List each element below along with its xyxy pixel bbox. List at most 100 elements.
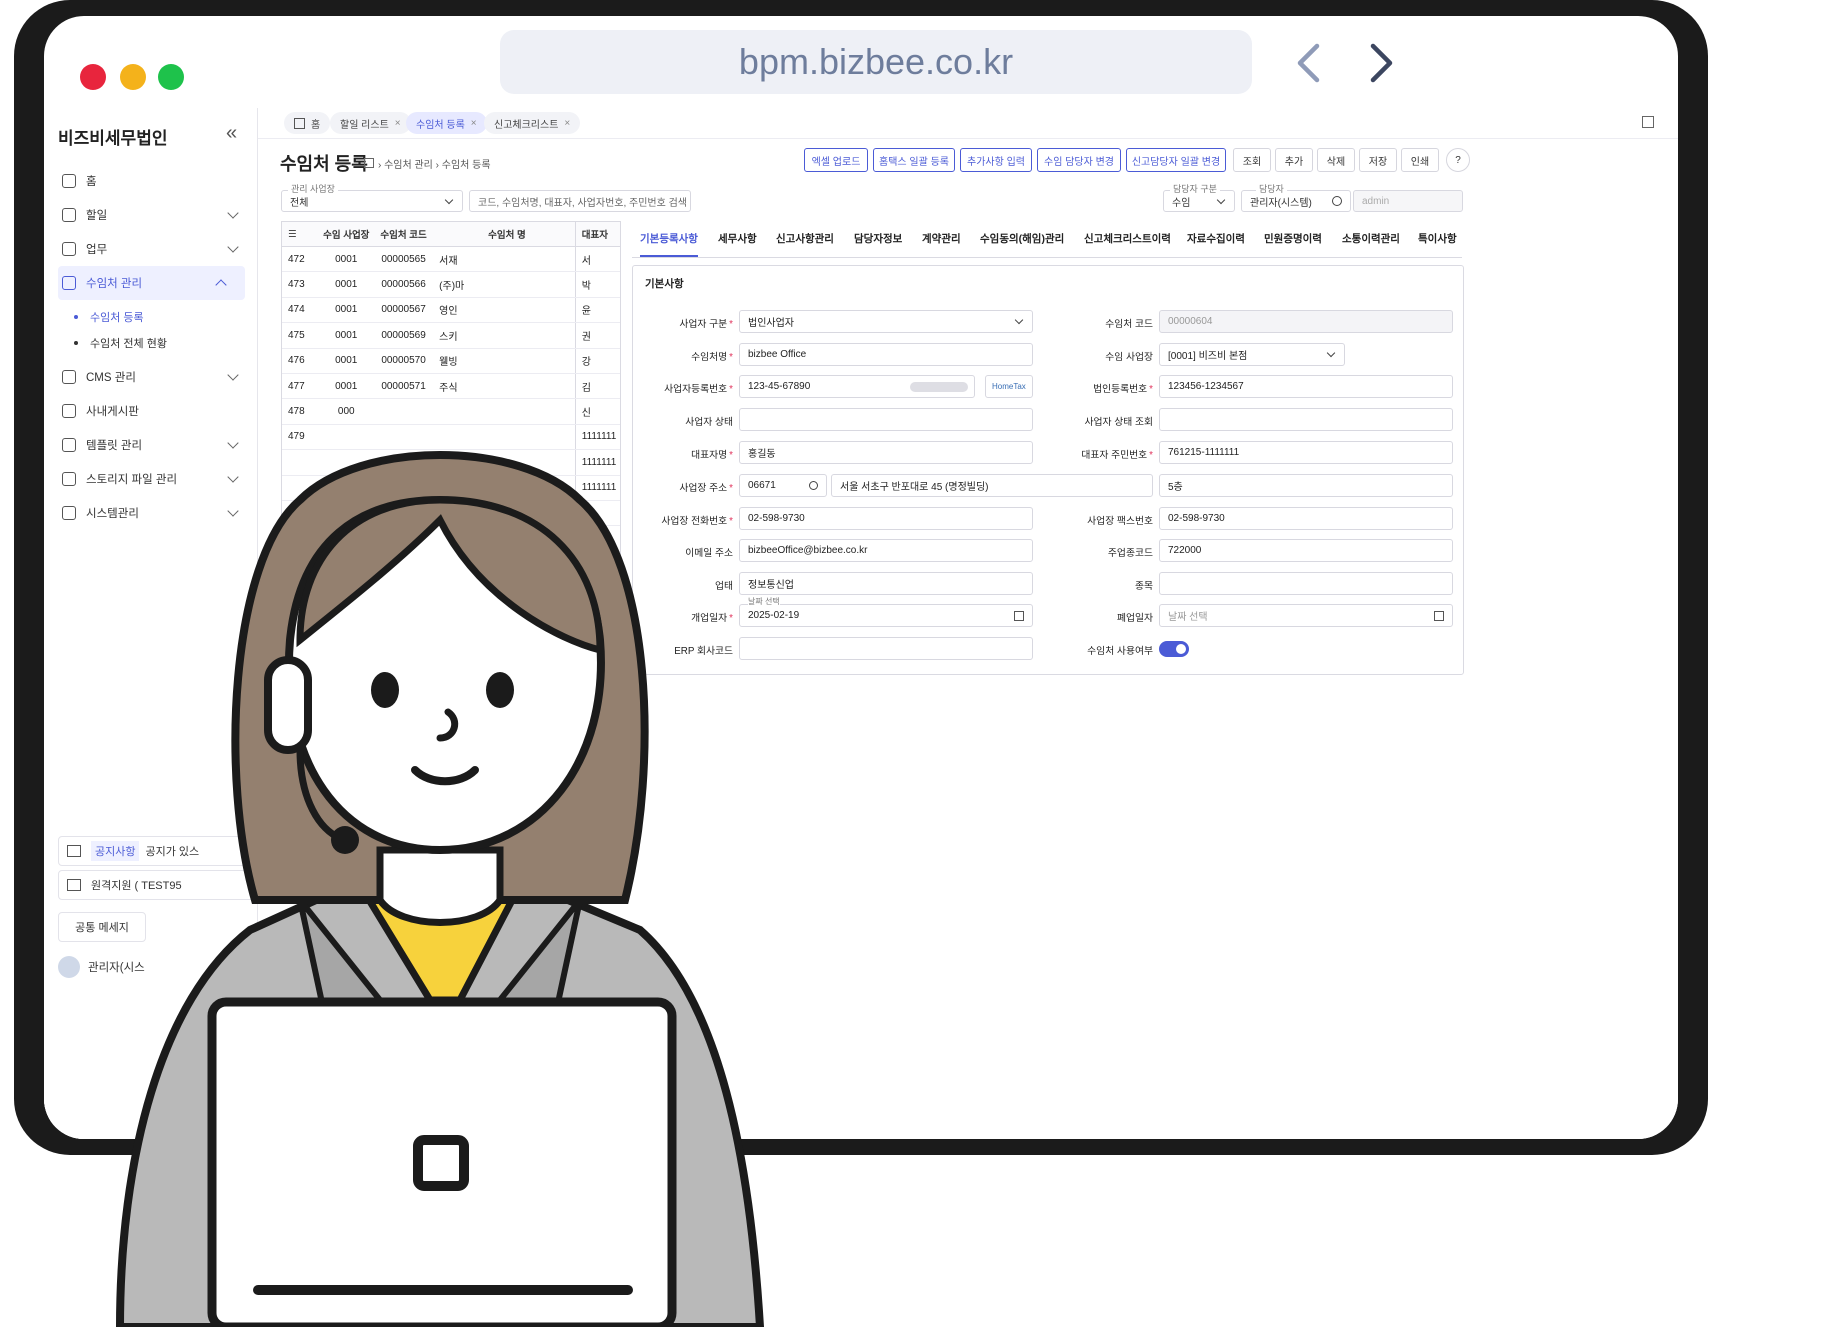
field-input-6[interactable]: 02-598-9730 — [739, 507, 1033, 530]
bulk-change-report-manager-button[interactable]: 신고담당자 일괄 변경 — [1126, 148, 1226, 172]
field-input-r3[interactable] — [1159, 408, 1453, 431]
table-row[interactable]: ㅎ — [282, 678, 620, 705]
detail-tab-8[interactable]: 민원증명이력 — [1264, 221, 1322, 255]
sidebar-subitem-client-register[interactable]: 수임처 등록 — [44, 304, 257, 330]
close-icon[interactable]: × — [471, 118, 477, 129]
close-icon[interactable]: × — [564, 118, 570, 129]
field-input-r5[interactable]: 5층 — [1159, 474, 1453, 497]
print-button[interactable]: 인쇄 — [1401, 148, 1439, 172]
table-row[interactable]: 478 000 신 — [282, 399, 620, 425]
tab-task-list[interactable]: 할일 리스트 × — [330, 112, 411, 134]
calendar-icon[interactable] — [1434, 611, 1444, 621]
detail-tab-1[interactable]: 세무사항 — [718, 221, 757, 255]
detail-tab-0[interactable]: 기본등록사항 — [640, 221, 698, 257]
admin-input[interactable]: admin — [1353, 190, 1463, 212]
detail-tab-4[interactable]: 계약관리 — [922, 221, 961, 255]
sidebar-item-system[interactable]: 시스템관리 — [44, 496, 257, 530]
table-row[interactable]: 길동 — [282, 704, 620, 730]
col-office[interactable]: 수임 사업장 — [319, 227, 374, 241]
forward-arrow-icon[interactable] — [1362, 36, 1402, 90]
table-row[interactable]: 김( — [282, 577, 620, 603]
table-row[interactable]: 비 — [282, 500, 620, 527]
remote-support-button[interactable]: 원격지원 ( TEST95 — [58, 870, 258, 900]
col-rep[interactable]: 대표자 — [574, 222, 620, 246]
field-input-1[interactable]: bizbee Office — [739, 343, 1033, 366]
field-input-10[interactable] — [739, 637, 1033, 660]
user-profile[interactable]: 관리자(시스 — [58, 956, 145, 978]
field-input-r9[interactable]: 날짜 선택 — [1159, 604, 1453, 627]
table-row[interactable]: 476 0001 00000570 웰빙 강 — [282, 348, 620, 374]
save-button[interactable]: 저장 — [1359, 148, 1397, 172]
field-input-2[interactable]: 123-45-67890 — [739, 375, 975, 398]
hometax-bulk-register-button[interactable]: 홈택스 일괄 등록 — [873, 148, 955, 172]
sidebar-item-client[interactable]: 수임처 관리 — [58, 266, 245, 300]
tab-checklist[interactable]: 신고체크리스트 × — [484, 112, 581, 134]
address-input[interactable]: 서울 서초구 반포대로 45 (명정빌딩) — [831, 474, 1153, 497]
change-manager-button[interactable]: 수임 담당자 변경 — [1037, 148, 1121, 172]
add-info-button[interactable]: 추가사항 입력 — [960, 148, 1032, 172]
minimize-window-dot[interactable] — [120, 64, 146, 90]
table-row[interactable]: 479 1111111 — [282, 424, 620, 451]
table-row[interactable]: 비 — [282, 551, 620, 578]
table-row[interactable]: 김 — [282, 627, 620, 654]
window-copy-icon[interactable] — [1642, 116, 1654, 128]
field-input-5[interactable]: 06671 — [739, 474, 827, 497]
detail-tab-5[interactable]: 수임동의(해임)관리 — [980, 221, 1064, 255]
help-icon[interactable]: ? — [1446, 148, 1470, 172]
table-row[interactable]: R — [282, 653, 620, 679]
delete-button[interactable]: 삭제 — [1317, 148, 1355, 172]
field-input-r0[interactable]: 00000604 — [1159, 310, 1453, 333]
use-flag-toggle[interactable] — [1159, 641, 1189, 657]
close-icon[interactable]: × — [395, 118, 401, 129]
back-arrow-icon[interactable] — [1288, 36, 1328, 90]
table-row[interactable]: 김 — [282, 526, 620, 552]
menu-icon[interactable]: ☰ — [282, 229, 319, 240]
col-code[interactable]: 수임처 코드 — [374, 227, 433, 241]
detail-tab-2[interactable]: 신고사항관리 — [776, 221, 834, 255]
hometax-lookup-button[interactable]: HomeTax — [985, 375, 1033, 398]
maximize-window-dot[interactable] — [158, 64, 184, 90]
client-search-input[interactable]: 코드, 수임처명, 대표자, 사업자번호, 주민번호 검색 — [469, 190, 691, 212]
field-input-0[interactable]: 법인사업자 — [739, 310, 1033, 333]
tab-home[interactable]: 홈 — [284, 112, 331, 134]
field-input-r6[interactable]: 02-598-9730 — [1159, 507, 1453, 530]
field-input-r7[interactable]: 722000 — [1159, 539, 1453, 562]
sidebar-item-task[interactable]: 할일 — [44, 198, 257, 232]
common-message-button[interactable]: 공통 메세지 — [58, 912, 146, 942]
col-name[interactable]: 수임처 명 — [433, 227, 575, 241]
field-input-r2[interactable]: 123456-1234567 — [1159, 375, 1453, 398]
detail-tab-6[interactable]: 신고체크리스트이력 — [1084, 221, 1171, 255]
table-row[interactable]: 1111111 — [282, 450, 620, 476]
address-bar[interactable]: bpm.bizbee.co.kr — [500, 30, 1252, 94]
detail-tab-9[interactable]: 소통이력관리 — [1342, 221, 1400, 255]
sidebar-item-cms[interactable]: CMS 관리 — [44, 360, 257, 394]
sidebar-item-storage[interactable]: 스토리지 파일 관리 — [44, 462, 257, 496]
field-input-9[interactable]: 2025-02-19 날짜 선택 — [739, 596, 1033, 627]
collapse-sidebar-icon[interactable]: « — [226, 122, 237, 145]
field-input-4[interactable]: 홍길동 — [739, 441, 1033, 464]
table-row[interactable]: 477 0001 00000571 주식 김 — [282, 373, 620, 400]
field-input-r4[interactable]: 761215-1111111 — [1159, 441, 1453, 464]
field-input-7[interactable]: bizbeeOffice@bizbee.co.kr — [739, 539, 1033, 562]
search-button[interactable]: 조회 — [1233, 148, 1271, 172]
sidebar-item-board[interactable]: 사내게시판 — [44, 394, 257, 428]
detail-tab-3[interactable]: 담당자정보 — [854, 221, 902, 255]
tab-client-register[interactable]: 수임처 등록 × — [406, 112, 487, 134]
field-input-8[interactable]: 정보통신업 — [739, 572, 1033, 595]
excel-upload-button[interactable]: 엑셀 업로드 — [804, 148, 868, 172]
search-icon[interactable] — [1332, 196, 1342, 206]
sidebar-item-work[interactable]: 업무 — [44, 232, 257, 266]
notice-bar[interactable]: 공지사항 공지가 있스 — [58, 836, 258, 866]
table-row[interactable]: 1111111 — [282, 475, 620, 501]
search-icon[interactable] — [809, 481, 818, 490]
table-row[interactable]: 473 0001 00000566 (주)마 박 — [282, 272, 620, 298]
field-input-3[interactable] — [739, 408, 1033, 431]
field-input-r1[interactable]: [0001] 비즈비 본점 — [1159, 343, 1345, 366]
field-input-r8[interactable] — [1159, 572, 1453, 595]
sidebar-subitem-client-status[interactable]: 수임처 전체 현황 — [44, 330, 257, 356]
sidebar-item-home[interactable]: 홈 — [44, 164, 257, 198]
detail-tab-7[interactable]: 자료수집이력 — [1187, 221, 1245, 255]
table-row[interactable]: 472 0001 00000565 서재 서 — [282, 247, 620, 273]
calendar-icon[interactable] — [1014, 611, 1024, 621]
add-button[interactable]: 추가 — [1275, 148, 1313, 172]
